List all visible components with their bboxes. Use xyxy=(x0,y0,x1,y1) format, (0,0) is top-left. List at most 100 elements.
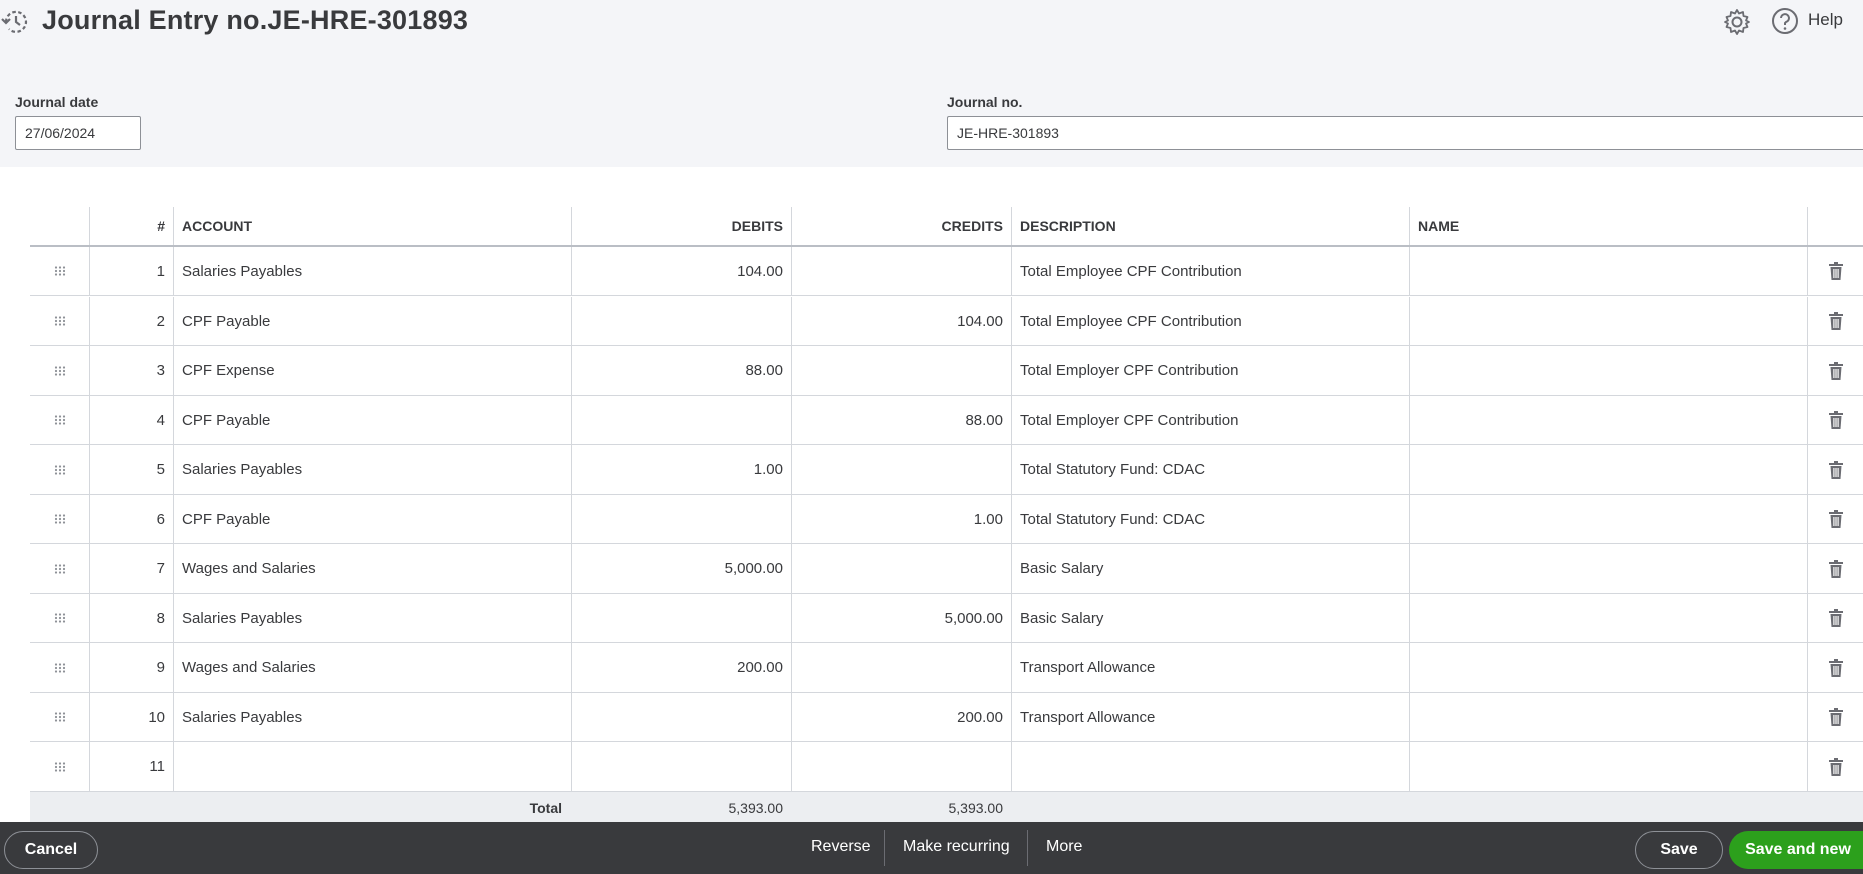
debit-cell[interactable] xyxy=(571,495,791,543)
debit-cell[interactable]: 104.00 xyxy=(571,247,791,295)
trash-icon[interactable] xyxy=(1807,396,1863,444)
debit-cell[interactable] xyxy=(571,297,791,345)
table-row: 11 xyxy=(30,742,1863,792)
column-header-account: ACCOUNT xyxy=(173,207,571,245)
debit-cell[interactable]: 5,000.00 xyxy=(571,544,791,593)
name-cell[interactable] xyxy=(1409,742,1807,791)
account-cell[interactable]: Wages and Salaries xyxy=(173,643,571,692)
save-button[interactable]: Save xyxy=(1635,831,1723,869)
trash-icon[interactable] xyxy=(1807,693,1863,741)
debit-cell[interactable]: 1.00 xyxy=(571,445,791,494)
journal-date-input[interactable]: 27/06/2024 xyxy=(15,116,141,150)
account-cell[interactable]: CPF Expense xyxy=(173,346,571,395)
description-cell[interactable]: Total Employee CPF Contribution xyxy=(1011,247,1409,295)
drag-handle-icon[interactable] xyxy=(30,247,89,295)
table-row: 4 CPF Payable 88.00 Total Employer CPF Cont… xyxy=(30,396,1863,445)
credit-cell[interactable]: 200.00 xyxy=(791,693,1011,741)
description-cell[interactable]: Transport Allowance xyxy=(1011,643,1409,692)
description-cell[interactable]: Total Employer CPF Contribution xyxy=(1011,346,1409,395)
name-cell[interactable] xyxy=(1409,247,1807,295)
column-header-name: NAME xyxy=(1409,207,1807,245)
description-cell[interactable]: Basic Salary xyxy=(1011,594,1409,642)
drag-handle-icon[interactable] xyxy=(30,544,89,593)
trash-icon[interactable] xyxy=(1807,445,1863,494)
row-number-cell: 9 xyxy=(89,643,173,692)
debit-cell[interactable]: 200.00 xyxy=(571,643,791,692)
row-number-cell: 6 xyxy=(89,495,173,543)
debit-cell[interactable] xyxy=(571,742,791,791)
history-icon[interactable] xyxy=(0,6,32,38)
help-link[interactable]: Help xyxy=(1808,10,1843,30)
credit-cell[interactable]: 1.00 xyxy=(791,495,1011,543)
name-cell[interactable] xyxy=(1409,643,1807,692)
cancel-button[interactable]: Cancel xyxy=(4,831,98,869)
row-number-cell: 11 xyxy=(89,742,173,791)
name-cell[interactable] xyxy=(1409,693,1807,741)
drag-handle-icon[interactable] xyxy=(30,693,89,741)
account-cell[interactable]: Salaries Payables xyxy=(173,445,571,494)
trash-icon[interactable] xyxy=(1807,594,1863,642)
make-recurring-button[interactable]: Make recurring xyxy=(903,838,1010,856)
credit-cell[interactable]: 88.00 xyxy=(791,396,1011,444)
account-cell[interactable]: CPF Payable xyxy=(173,396,571,444)
description-cell[interactable]: Total Employer CPF Contribution xyxy=(1011,396,1409,444)
drag-handle-icon[interactable] xyxy=(30,742,89,791)
description-cell[interactable]: Basic Salary xyxy=(1011,544,1409,593)
credit-cell[interactable]: 5,000.00 xyxy=(791,594,1011,642)
debit-cell[interactable] xyxy=(571,693,791,741)
help-icon[interactable] xyxy=(1771,7,1799,35)
credit-cell[interactable] xyxy=(791,346,1011,395)
account-cell[interactable]: Salaries Payables xyxy=(173,247,571,295)
drag-handle-icon[interactable] xyxy=(30,297,89,345)
account-cell[interactable]: Salaries Payables xyxy=(173,594,571,642)
description-cell[interactable]: Total Employee CPF Contribution xyxy=(1011,297,1409,345)
drag-handle-icon[interactable] xyxy=(30,445,89,494)
description-cell[interactable]: Transport Allowance xyxy=(1011,693,1409,741)
drag-handle-icon[interactable] xyxy=(30,643,89,692)
credit-cell[interactable] xyxy=(791,445,1011,494)
trash-icon[interactable] xyxy=(1807,247,1863,295)
trash-icon[interactable] xyxy=(1807,297,1863,345)
name-cell[interactable] xyxy=(1409,495,1807,543)
description-cell[interactable]: Total Statutory Fund: CDAC xyxy=(1011,495,1409,543)
credit-cell[interactable] xyxy=(791,544,1011,593)
description-cell[interactable]: Total Statutory Fund: CDAC xyxy=(1011,445,1409,494)
name-cell[interactable] xyxy=(1409,544,1807,593)
row-number-cell: 7 xyxy=(89,544,173,593)
row-number-cell: 2 xyxy=(89,297,173,345)
save-and-new-button[interactable]: Save and new xyxy=(1729,831,1863,869)
debit-cell[interactable] xyxy=(571,594,791,642)
drag-handle-icon[interactable] xyxy=(30,346,89,395)
trash-icon[interactable] xyxy=(1807,742,1863,791)
reverse-button[interactable]: Reverse xyxy=(811,838,871,856)
drag-handle-icon[interactable] xyxy=(30,495,89,543)
account-cell[interactable]: CPF Payable xyxy=(173,297,571,345)
trash-icon[interactable] xyxy=(1807,544,1863,593)
name-cell[interactable] xyxy=(1409,445,1807,494)
account-cell[interactable]: Salaries Payables xyxy=(173,693,571,741)
debit-cell[interactable] xyxy=(571,396,791,444)
gear-icon[interactable] xyxy=(1722,7,1752,37)
name-cell[interactable] xyxy=(1409,297,1807,345)
journal-no-input[interactable]: JE-HRE-301893 xyxy=(947,116,1863,150)
account-cell[interactable]: CPF Payable xyxy=(173,495,571,543)
name-cell[interactable] xyxy=(1409,346,1807,395)
name-cell[interactable] xyxy=(1409,396,1807,444)
account-cell[interactable]: Wages and Salaries xyxy=(173,544,571,593)
trash-icon[interactable] xyxy=(1807,495,1863,543)
credit-cell[interactable] xyxy=(791,247,1011,295)
trash-icon[interactable] xyxy=(1807,346,1863,395)
table-row: 2 CPF Payable 104.00 Total Employee CPF Con… xyxy=(30,297,1863,346)
drag-handle-icon[interactable] xyxy=(30,396,89,444)
credit-cell[interactable]: 104.00 xyxy=(791,297,1011,345)
credit-cell[interactable] xyxy=(791,643,1011,692)
more-button[interactable]: More xyxy=(1046,838,1082,856)
drag-handle-icon[interactable] xyxy=(30,594,89,642)
name-cell[interactable] xyxy=(1409,594,1807,642)
description-cell[interactable] xyxy=(1011,742,1409,791)
credit-cell[interactable] xyxy=(791,742,1011,791)
account-cell[interactable] xyxy=(173,742,571,791)
debit-cell[interactable]: 88.00 xyxy=(571,346,791,395)
trash-icon[interactable] xyxy=(1807,643,1863,692)
table-row: 3 CPF Expense 88.00 Total Employer CPF Cont… xyxy=(30,346,1863,396)
